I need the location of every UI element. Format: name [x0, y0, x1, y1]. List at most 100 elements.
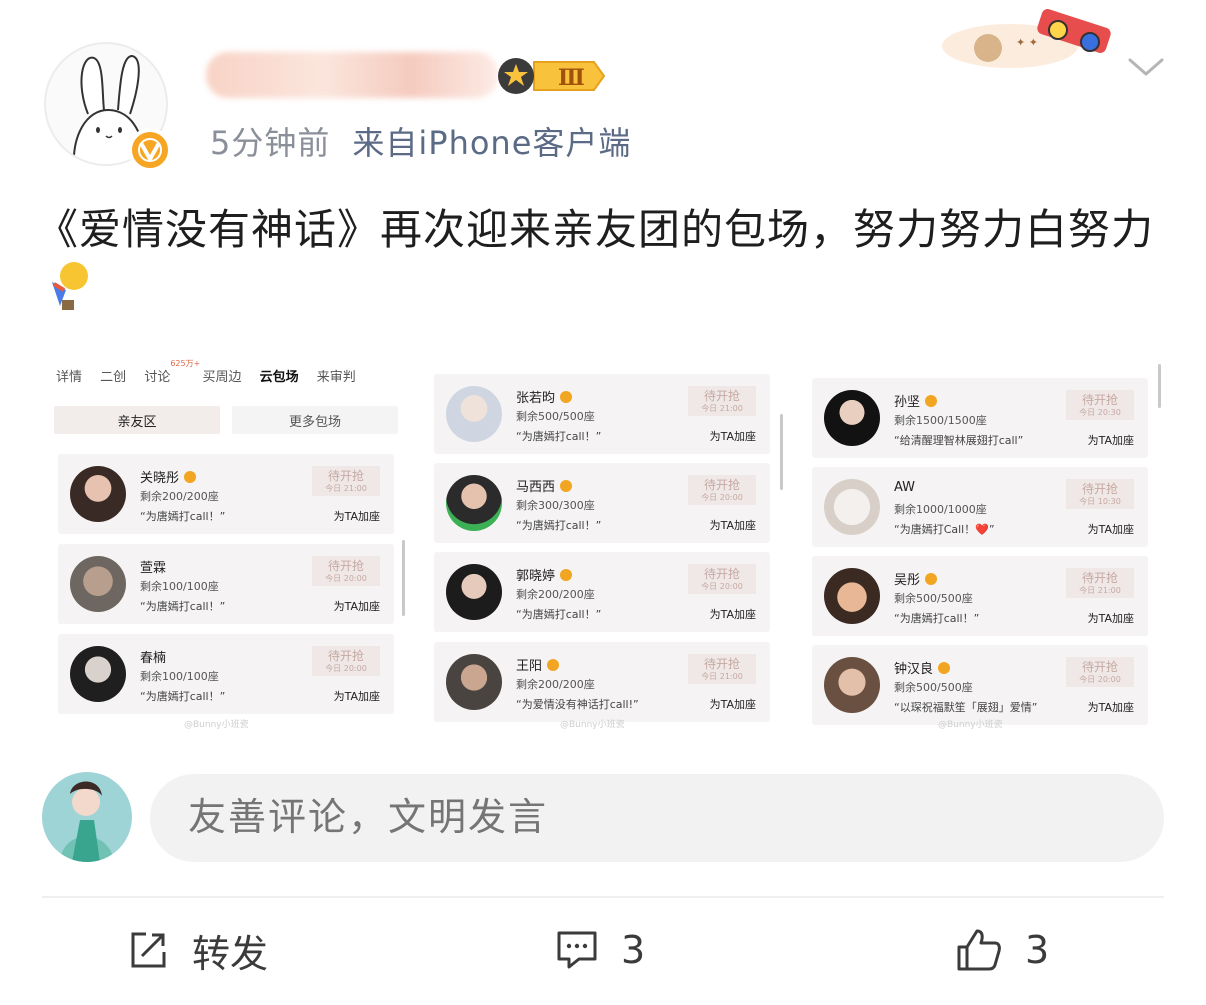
event-sticker-icon: ✦ ✦: [940, 8, 1120, 72]
verified-badge-icon: [128, 128, 172, 172]
celebrity-name: 马西西: [516, 476, 573, 495]
booking-card: 春楠 剩余100/100座 “为唐嫣打call！” 待开抢 今日 20:00 为T…: [58, 634, 394, 714]
boost-seat-link: 为TA加座: [333, 600, 380, 613]
share-icon: [131, 932, 166, 968]
tab-fanart: 二创: [100, 370, 127, 385]
post-time: 5分钟前: [210, 124, 331, 162]
more-bookings-button: 更多包场: [232, 406, 398, 434]
scrollbar: [402, 540, 405, 616]
comment-icon: [557, 931, 597, 969]
booking-quote: “为唐嫣打call！”: [516, 608, 602, 621]
verified-icon: [560, 391, 573, 403]
wait-button: 待开抢 今日 20:00: [688, 564, 756, 594]
comment-input[interactable]: [150, 774, 1164, 862]
collage-panel-3: 孙坚 剩余1500/1500座 “给清醒理智林展翅打call” 待开抢 今日 20…: [804, 348, 1164, 736]
screenshot-collage[interactable]: 详情 二创 讨论 625万+ 买周边 云包场 来审判 亲友区 更多包场 关晓彤 剩…: [48, 348, 1172, 736]
verified-icon: [938, 662, 951, 674]
tab-merch: 买周边: [202, 370, 242, 385]
booking-card: 萱霖 剩余100/100座 “为唐嫣打call！” 待开抢 今日 20:00 为T…: [58, 544, 394, 624]
boost-seat-link: 为TA加座: [1087, 612, 1134, 625]
tab-discuss-count: 625万+: [170, 359, 201, 368]
verified-icon: [560, 480, 573, 492]
boost-seat-link: 为TA加座: [709, 430, 756, 443]
celebrity-name: 吴彤: [894, 569, 938, 588]
seats-remaining: 剩余200/200座: [516, 678, 595, 691]
booking-quote: “以琛祝福默笙「展翅」爱情”: [894, 701, 1038, 714]
level-badge-icon: Ⅲ: [496, 56, 606, 96]
booking-quote: “为唐嫣打call！”: [140, 600, 226, 613]
celebrity-name: 张若昀: [516, 387, 573, 406]
tab-judge: 来审判: [316, 370, 356, 385]
wait-button: 待开抢 今日 20:00: [688, 475, 756, 505]
verified-icon: [925, 573, 938, 585]
verified-icon: [547, 659, 560, 671]
chevron-down-icon[interactable]: [1126, 52, 1166, 82]
boost-seat-link: 为TA加座: [1087, 434, 1134, 447]
seats-remaining: 剩余200/200座: [140, 490, 219, 503]
booking-quote: “为爱情没有神话打call!”: [516, 698, 639, 711]
booking-card: AW 剩余1000/1000座 “为唐嫣打Call！❤️” 待开抢 今日 10:3…: [812, 467, 1148, 547]
boost-seat-link: 为TA加座: [333, 690, 380, 703]
balloon-emoji-icon: [46, 260, 92, 312]
tab-details: 详情: [56, 370, 83, 385]
post-text: 《爱情没有神话》再次迎来亲友团的包场，努力努力白努力: [36, 205, 1155, 254]
watermark: @Bunny小班瓷: [184, 720, 249, 730]
avatar: [446, 564, 502, 620]
booking-quote: “为唐嫣打Call！❤️”: [894, 523, 995, 536]
repost-button[interactable]: 转发: [128, 922, 268, 978]
booking-card: 张若昀 剩余500/500座 “为唐嫣打call！” 待开抢 今日 21:00 为…: [434, 374, 770, 454]
booking-card: 钟汉良 剩余500/500座 “以琛祝福默笙「展翅」爱情” 待开抢 今日 20:0…: [812, 645, 1148, 725]
wait-button: 待开抢 今日 21:00: [688, 386, 756, 416]
my-avatar[interactable]: [42, 772, 132, 862]
booking-card: 王阳 剩余200/200座 “为爱情没有神话打call!” 待开抢 今日 21:0…: [434, 642, 770, 722]
booking-quote: “为唐嫣打call！”: [516, 430, 602, 443]
tab-discuss: 讨论 625万+: [144, 359, 201, 385]
avatar: [824, 390, 880, 446]
wait-button: 待开抢 今日 21:00: [1066, 568, 1134, 598]
boost-seat-link: 为TA加座: [333, 510, 380, 523]
thumbs-up-icon: [957, 929, 1001, 971]
wait-button: 待开抢 今日 20:00: [1066, 657, 1134, 687]
celebrity-name: 孙坚: [894, 391, 938, 410]
post-source[interactable]: 来自iPhone客户端: [352, 124, 631, 162]
comment-button[interactable]: 3: [555, 922, 645, 978]
wait-button: 待开抢 今日 20:30: [1066, 390, 1134, 420]
seats-remaining: 剩余500/500座: [516, 410, 595, 423]
wait-button: 待开抢 今日 21:00: [312, 466, 380, 496]
verified-icon: [560, 569, 573, 581]
seats-remaining: 剩余1500/1500座: [894, 414, 987, 427]
collage-panel-2: 张若昀 剩余500/500座 “为唐嫣打call！” 待开抢 今日 21:00 为…: [426, 348, 786, 736]
avatar: [824, 479, 880, 535]
author-name-blurred[interactable]: [206, 52, 498, 98]
celebrity-name: 钟汉良: [894, 658, 951, 677]
boost-seat-link: 为TA加座: [709, 698, 756, 711]
booking-card: 吴彤 剩余500/500座 “为唐嫣打call！” 待开抢 今日 21:00 为T…: [812, 556, 1148, 636]
wait-button: 待开抢 今日 20:00: [312, 646, 380, 676]
celebrity-name: 王阳: [516, 655, 560, 674]
comment-count: 3: [621, 928, 646, 972]
tab-cloud-booking: 云包场: [259, 370, 299, 385]
level-badge-text: Ⅲ: [558, 65, 585, 91]
seats-remaining: 剩余300/300座: [516, 499, 595, 512]
celebrity-name: 关晓彤: [140, 467, 197, 486]
booking-quote: “给清醒理智林展翅打call”: [894, 434, 1024, 447]
scrollbar: [1158, 364, 1161, 408]
friends-zone-button: 亲友区: [54, 406, 220, 434]
seats-remaining: 剩余100/100座: [140, 580, 219, 593]
scrollbar: [780, 414, 783, 490]
avatar: [824, 657, 880, 713]
collage-panel-1: 详情 二创 讨论 625万+ 买周边 云包场 来审判 亲友区 更多包场 关晓彤 剩…: [48, 348, 408, 736]
post-meta: 5分钟前 来自iPhone客户端: [210, 118, 631, 164]
like-button[interactable]: 3: [955, 922, 1049, 978]
wait-button: 待开抢 今日 21:00: [688, 654, 756, 684]
booking-quote: “为唐嫣打call！”: [140, 690, 226, 703]
avatar: [446, 475, 502, 531]
seats-remaining: 剩余1000/1000座: [894, 503, 987, 516]
wait-button: 待开抢 今日 20:00: [312, 556, 380, 586]
seats-remaining: 剩余100/100座: [140, 670, 219, 683]
boost-seat-link: 为TA加座: [709, 608, 756, 621]
avatar: [70, 556, 126, 612]
booking-quote: “为唐嫣打call！”: [140, 510, 226, 523]
booking-card: 孙坚 剩余1500/1500座 “给清醒理智林展翅打call” 待开抢 今日 20…: [812, 378, 1148, 458]
avatar: [446, 386, 502, 442]
